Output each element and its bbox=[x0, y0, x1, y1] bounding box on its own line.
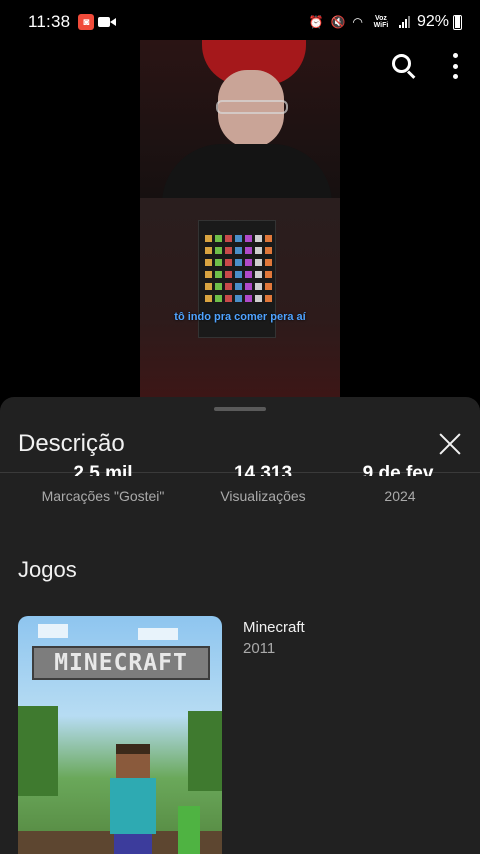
stat-views-label: Visualizações bbox=[220, 488, 306, 504]
inventory-slot bbox=[225, 295, 232, 302]
creeper bbox=[178, 806, 200, 854]
inventory-slot bbox=[225, 259, 232, 266]
search-icon[interactable] bbox=[390, 52, 418, 80]
inventory-slot bbox=[255, 271, 262, 278]
inventory-slot bbox=[265, 259, 272, 266]
inventory-slot bbox=[235, 271, 242, 278]
mute-icon: 🔇 bbox=[330, 15, 346, 29]
cloud-shape bbox=[138, 628, 178, 640]
inventory-slot bbox=[255, 235, 262, 242]
battery-indicator: 92% bbox=[417, 13, 462, 31]
streamer-glasses bbox=[216, 100, 288, 114]
inventory-slot bbox=[205, 283, 212, 290]
stat-likes-value: 2,5 mil bbox=[73, 463, 133, 476]
inventory-slot bbox=[205, 235, 212, 242]
inventory-slot bbox=[235, 247, 242, 254]
video-player[interactable]: tô indo pra comer pera aí bbox=[140, 40, 340, 400]
inventory-slot bbox=[215, 259, 222, 266]
inventory-slot bbox=[255, 283, 262, 290]
stat-date-value: 9 de fev. bbox=[362, 463, 438, 476]
tree-shape bbox=[188, 711, 222, 791]
inventory-slot bbox=[245, 235, 252, 242]
inventory-slot bbox=[205, 259, 212, 266]
inventory-slot bbox=[215, 271, 222, 278]
inventory-slot bbox=[265, 247, 272, 254]
inventory-slot bbox=[265, 271, 272, 278]
minecraft-logo: MINECRAFT bbox=[32, 646, 210, 680]
inventory-slot bbox=[235, 283, 242, 290]
wifi-icon: ◠ bbox=[352, 15, 363, 29]
gameplay-feed bbox=[140, 198, 340, 400]
tree-shape bbox=[18, 706, 58, 796]
inventory-slot bbox=[245, 283, 252, 290]
close-icon[interactable] bbox=[436, 430, 464, 458]
inventory-slot bbox=[215, 247, 222, 254]
inventory-slot bbox=[225, 283, 232, 290]
status-icons: ⏰ 🔇 ◠ Voz WiFi 92% bbox=[309, 13, 462, 31]
inventory-slot bbox=[215, 295, 222, 302]
steve-legs bbox=[114, 834, 152, 854]
stat-views-value: 14.313 bbox=[233, 463, 293, 476]
inventory-slot bbox=[215, 235, 222, 242]
inventory-slot bbox=[255, 295, 262, 302]
status-bar: 11:38 ◙ ⏰ 🔇 ◠ Voz WiFi 92% bbox=[0, 0, 480, 44]
battery-percent: 92% bbox=[416, 13, 449, 30]
inventory-slot bbox=[225, 235, 232, 242]
battery-icon bbox=[453, 14, 462, 30]
inventory-slot bbox=[255, 259, 262, 266]
inventory-slot bbox=[235, 235, 242, 242]
video-camera-icon bbox=[98, 16, 117, 28]
streamer-torso bbox=[162, 144, 332, 204]
inventory-slot bbox=[205, 271, 212, 278]
inventory-slot bbox=[205, 247, 212, 254]
steve-body bbox=[110, 778, 156, 834]
inventory-slot bbox=[215, 283, 222, 290]
inventory-slot bbox=[205, 295, 212, 302]
inventory-slot bbox=[235, 295, 242, 302]
steve-hair bbox=[116, 744, 150, 754]
signal-icon bbox=[398, 16, 410, 28]
games-section-title: Jogos bbox=[18, 557, 77, 582]
stat-likes-label: Marcações "Gostei" bbox=[41, 488, 165, 504]
inventory-slot bbox=[245, 259, 252, 266]
cloud-shape bbox=[38, 624, 68, 638]
alarm-icon: ⏰ bbox=[308, 15, 324, 29]
voz-wifi-label: Voz WiFi bbox=[373, 15, 389, 29]
inventory-slot bbox=[265, 283, 272, 290]
description-sheet: Descrição 2,5 mil Marcações "Gostei" 14.… bbox=[0, 397, 480, 854]
inventory-slot bbox=[225, 247, 232, 254]
game-thumbnail[interactable]: MINECRAFT bbox=[18, 616, 222, 854]
stat-date: 9 de fev. 2024 bbox=[350, 459, 450, 504]
game-year: 2011 bbox=[243, 640, 276, 657]
status-time: 11:38 bbox=[28, 12, 71, 31]
stat-views: 14.313 Visualizações bbox=[205, 459, 321, 504]
stat-date-year: 2024 bbox=[384, 488, 416, 504]
sheet-drag-handle[interactable] bbox=[214, 407, 266, 411]
inventory-slot bbox=[225, 271, 232, 278]
more-options-icon[interactable] bbox=[452, 53, 458, 79]
stat-likes: 2,5 mil Marcações "Gostei" bbox=[38, 459, 168, 504]
video-subtitle: tô indo pra comer pera aí bbox=[174, 311, 306, 323]
inventory-slot bbox=[245, 295, 252, 302]
sheet-title: Descrição bbox=[18, 429, 125, 457]
inventory-slot bbox=[265, 235, 272, 242]
inventory-slot bbox=[255, 247, 262, 254]
app-notification-icon: ◙ bbox=[78, 14, 95, 30]
video-stats: 2,5 mil Marcações "Gostei" 14.313 Visual… bbox=[0, 459, 480, 509]
video-overlay-actions bbox=[390, 52, 458, 80]
inventory-slot bbox=[235, 259, 242, 266]
game-name[interactable]: Minecraft bbox=[243, 619, 305, 636]
inventory-slot bbox=[265, 295, 272, 302]
inventory-slot bbox=[245, 271, 252, 278]
webcam-feed bbox=[140, 40, 340, 204]
inventory-slot bbox=[245, 247, 252, 254]
